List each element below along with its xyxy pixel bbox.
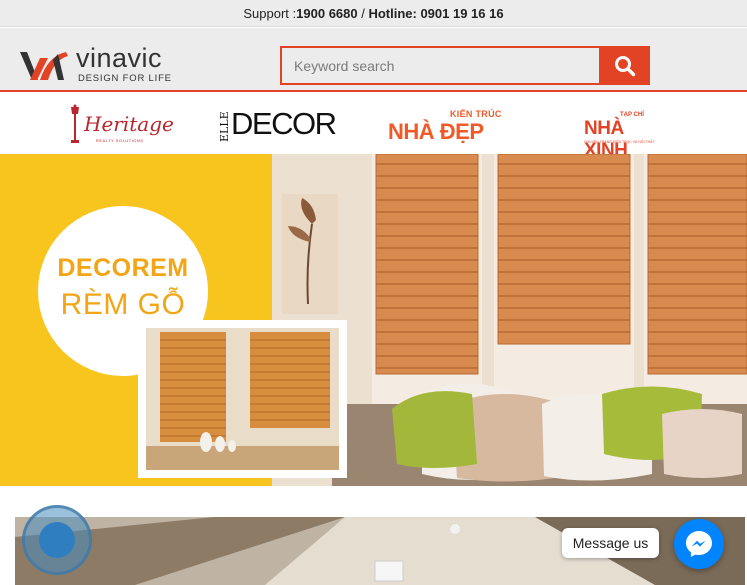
section-spacer (0, 486, 747, 517)
inset-illustration (146, 328, 339, 470)
top-contact-bar: Support : 1900 6680 / Hotline: 0901 19 1… (0, 0, 747, 27)
partner-heritage-sub: REALTY SOLUTIONS (96, 138, 144, 143)
search-form (280, 46, 650, 85)
hero-banner[interactable]: DECOREM RÈM GỖ (0, 154, 747, 486)
vinavic-logo-icon (20, 52, 68, 80)
partner-nha-dep[interactable]: KIẾN TRÚC NHÀ ĐẸP (388, 100, 514, 148)
floating-chat-bubble[interactable] (22, 505, 92, 575)
partner-heritage-name: Heritage (84, 112, 174, 136)
partner-nha-xinh[interactable]: TẠP CHÍ NHÀ XINH CHUYÊN TRANG KIẾN TRÚC … (584, 100, 664, 161)
partner-nha-dep-name: NHÀ ĐẸP (388, 119, 484, 144)
separator: / (357, 5, 369, 21)
inset-blinds-image (146, 328, 339, 470)
partner-heritage[interactable]: Heritage REALTY SOLUTIONS (66, 100, 174, 148)
partner-elle-decor[interactable]: ELLE DECOR (218, 100, 337, 148)
chat-bubble-icon (39, 522, 75, 558)
partner-nha-xinh-sub: CHUYÊN TRANG KIẾN TRÚC VÀ NỘI THẤT (584, 140, 655, 144)
hero-title-line2: RÈM GỖ (60, 288, 186, 321)
partner-decor-name: DECOR (231, 106, 337, 141)
hotline-label: Hotline: (368, 5, 421, 21)
lamp-icon (71, 104, 79, 143)
hotline-number[interactable]: 0901 19 16 16 (420, 6, 503, 21)
hero-title-line1: DECOREM (57, 254, 189, 282)
search-button[interactable] (599, 46, 650, 85)
partner-nha-dep-top: KIẾN TRÚC (450, 109, 502, 119)
search-input[interactable] (280, 46, 599, 85)
partner-elle-name: ELLE (218, 111, 231, 142)
search-icon (614, 55, 635, 76)
messenger-icon (686, 531, 712, 557)
brand-name: vinavic (76, 43, 163, 73)
site-header: vinavic DESIGN FOR LIFE (0, 28, 747, 92)
support-number[interactable]: 1900 6680 (296, 6, 357, 21)
support-label: Support : (243, 5, 297, 21)
messenger-button[interactable] (674, 519, 724, 569)
site-logo[interactable]: vinavic DESIGN FOR LIFE (18, 44, 178, 88)
hero-inset-photo (138, 320, 347, 478)
brand-tagline: DESIGN FOR LIFE (78, 73, 172, 84)
messenger-label[interactable]: Message us (562, 528, 659, 558)
partner-logos: Heritage REALTY SOLUTIONS ELLE DECOR KIẾ… (0, 94, 747, 161)
